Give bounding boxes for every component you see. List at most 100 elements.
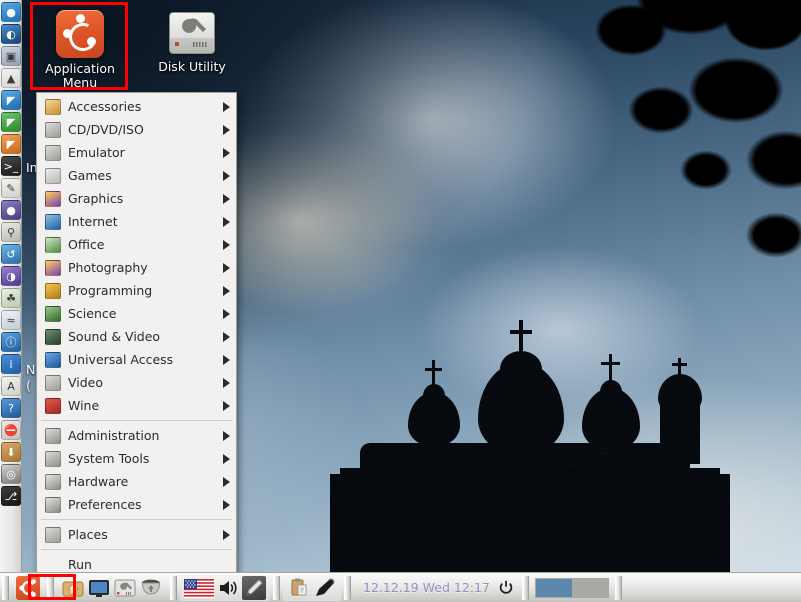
gimp-icon[interactable]: ●	[1, 200, 21, 220]
help-question-icon[interactable]: ?	[1, 398, 21, 418]
dock-icon-glyph: ⎇	[4, 489, 18, 503]
video-icon	[45, 374, 61, 391]
document-blue-icon[interactable]: ◤	[1, 90, 21, 110]
left-dock[interactable]: ● ◐ ▣ ▲ ◤ ◤ ◤ >_ ✎ ● ⚲ ↺ ◑ ☘ ≈ ⓘ i A? ⛔ ⬇ ◎ ⎇	[0, 0, 22, 572]
workspace-1[interactable]	[535, 578, 572, 597]
document-orange-icon[interactable]: ◤	[1, 134, 21, 154]
desktop-icon-application-menu[interactable]: Application Menu	[32, 6, 128, 90]
submenu-arrow-icon	[223, 193, 230, 204]
menu-item-preferences[interactable]: Preferences	[37, 493, 236, 516]
dock-icon-glyph: ↺	[6, 247, 16, 261]
dock-icon-glyph: ⓘ	[5, 335, 17, 349]
menu-item-accessories[interactable]: Accessories	[37, 95, 236, 118]
menu-item-universal-access[interactable]: Universal Access	[37, 348, 236, 371]
info-blue-round-icon[interactable]: ⓘ	[1, 332, 21, 352]
ubuntu-start-button-icon[interactable]	[16, 575, 40, 600]
dock-icon-glyph: ?	[8, 401, 14, 415]
terminal-icon[interactable]: >_	[1, 156, 21, 176]
camera-icon[interactable]: ◎	[1, 464, 21, 484]
trash-bin-icon[interactable]	[139, 576, 163, 600]
menu-item-internet[interactable]: Internet	[37, 210, 236, 233]
menu-item-administration[interactable]: Administration	[37, 424, 236, 447]
workspace-switcher[interactable]	[534, 577, 609, 598]
clipboard-icon[interactable]	[287, 576, 311, 600]
panel-handle[interactable]	[521, 575, 529, 600]
system-tray-group-2[interactable]	[283, 574, 341, 601]
submenu-arrow-icon	[223, 285, 230, 296]
cd-dvd-iso-icon	[45, 121, 61, 138]
dock-icon-glyph: ◤	[6, 115, 16, 129]
vlc-media-player-icon[interactable]: ▲	[1, 68, 21, 88]
package-install-icon[interactable]: ⬇	[1, 442, 21, 462]
menu-item-office[interactable]: Office	[37, 233, 236, 256]
swirl-logo-icon[interactable]: ≈	[1, 310, 21, 330]
panel-handle[interactable]	[344, 575, 351, 600]
display-monitor-icon[interactable]	[87, 576, 111, 600]
internet-icon	[45, 213, 61, 230]
font-viewer-icon[interactable]: A	[1, 376, 21, 396]
menu-item-label: Preferences	[68, 497, 142, 512]
workspace-switcher-group[interactable]	[532, 575, 612, 601]
application-menu-popup[interactable]: Accessories CD/DVD/ISO Emulator Games Graphi…	[36, 92, 237, 602]
dock-icon-glyph: ✎	[6, 181, 16, 195]
menu-item-science[interactable]: Science	[37, 302, 236, 325]
menu-item-places[interactable]: Places	[37, 523, 236, 546]
menu-item-wine[interactable]: Wine	[37, 394, 236, 417]
disk-utility-icon[interactable]	[113, 576, 137, 600]
text-editor-pencil-icon[interactable]: ✎	[1, 178, 21, 198]
image-viewer-icon[interactable]: ▣	[1, 46, 21, 66]
desktop-icon-disk-utility[interactable]: Disk Utility	[144, 6, 240, 74]
menu-item-graphics[interactable]: Graphics	[37, 187, 236, 210]
power-button-icon[interactable]	[497, 576, 515, 600]
search-magnifier-icon[interactable]: ⚲	[1, 222, 21, 242]
workspace-2[interactable]	[571, 578, 608, 597]
media-purple-icon[interactable]: ◑	[1, 266, 21, 286]
preferences-icon	[45, 496, 61, 513]
menu-item-sound-video[interactable]: Sound & Video	[37, 325, 236, 348]
places-icon	[45, 526, 61, 543]
pen-tool-icon[interactable]	[313, 576, 337, 600]
forbidden-stop-icon[interactable]: ⛔	[1, 420, 21, 440]
panel-handle[interactable]	[47, 575, 54, 600]
information-icon[interactable]: i	[1, 354, 21, 374]
games-icon	[45, 167, 61, 184]
menu-item-system-tools[interactable]: System Tools	[37, 447, 236, 470]
dock-icon-glyph: ⛔	[4, 423, 18, 437]
screenshot-pen-icon[interactable]	[242, 575, 266, 600]
taskbar-window-list[interactable]	[624, 575, 801, 601]
menu-item-hardware[interactable]: Hardware	[37, 470, 236, 493]
menu-item-label: Science	[68, 306, 117, 321]
quick-launch-group[interactable]	[57, 575, 167, 601]
dock-icon-glyph: >_	[3, 159, 19, 173]
menu-item-video[interactable]: Video	[37, 371, 236, 394]
panel-handle[interactable]	[2, 575, 9, 600]
universal-access-icon	[45, 351, 61, 368]
menu-item-photography[interactable]: Photography	[37, 256, 236, 279]
web-browser-globe-icon[interactable]: ◐	[1, 24, 21, 44]
us-flag-keyboard-layout-icon[interactable]	[184, 576, 214, 600]
submenu-arrow-icon	[223, 354, 230, 365]
menu-item-label: Emulator	[68, 145, 125, 160]
launcher-group[interactable]	[12, 575, 44, 601]
system-tray-group[interactable]	[180, 574, 270, 601]
disk-utility-icon	[169, 12, 215, 54]
menu-item-label: Run	[68, 557, 92, 572]
molecule-green-icon[interactable]: ☘	[1, 288, 21, 308]
home-folder-icon[interactable]	[61, 576, 85, 600]
chromium-icon[interactable]: ●	[1, 2, 21, 22]
submenu-arrow-icon	[223, 377, 230, 388]
bottom-taskbar[interactable]: 12.12.19 Wed 12:17	[0, 572, 801, 602]
menu-item-programming[interactable]: Programming	[37, 279, 236, 302]
system-monitor-icon[interactable]: ⎇	[1, 486, 21, 506]
panel-handle[interactable]	[170, 575, 177, 600]
menu-item-cd-dvd-iso[interactable]: CD/DVD/ISO	[37, 118, 236, 141]
panel-handle[interactable]	[614, 575, 622, 600]
menu-item-emulator[interactable]: Emulator	[37, 141, 236, 164]
menu-item-games[interactable]: Games	[37, 164, 236, 187]
clock-group[interactable]: 12.12.19 Wed 12:17	[354, 575, 519, 601]
menu-item-label: Accessories	[68, 99, 142, 114]
refresh-update-icon[interactable]: ↺	[1, 244, 21, 264]
volume-speaker-icon[interactable]	[216, 576, 240, 600]
panel-handle[interactable]	[273, 575, 280, 600]
document-green-icon[interactable]: ◤	[1, 112, 21, 132]
